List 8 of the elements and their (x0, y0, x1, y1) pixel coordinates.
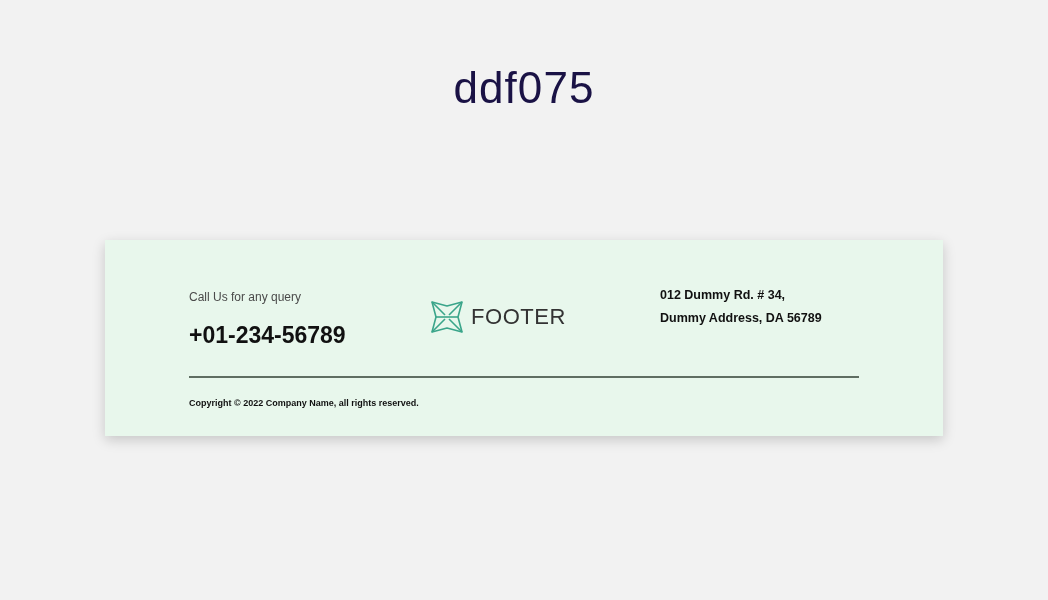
star-logo-icon (431, 301, 463, 333)
page-heading: ddf075 (453, 66, 595, 110)
contact-label: Call Us for any query (189, 290, 302, 304)
address-line: Dummy Address, DA 56789 (660, 310, 822, 327)
logo-text: FOOTER (471, 304, 566, 330)
phone-number: +01-234-56789 (189, 322, 346, 348)
address-line: 012 Dummy Rd. # 34, (660, 287, 786, 304)
copyright-text: Copyright © 2022 Company Name, all rights reserved. (189, 397, 420, 409)
